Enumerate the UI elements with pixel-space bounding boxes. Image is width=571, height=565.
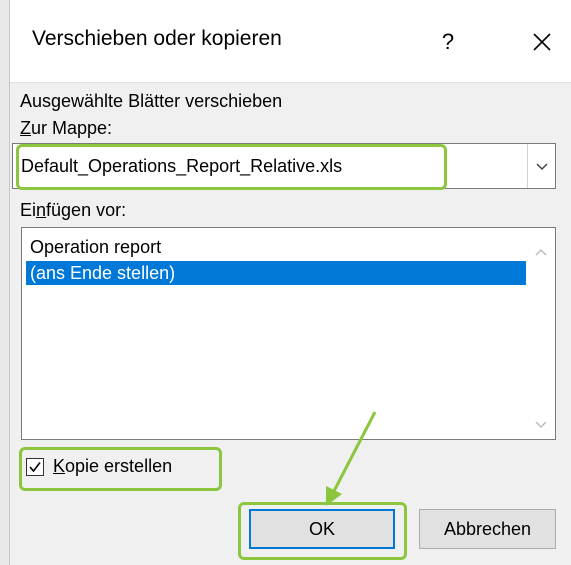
list-scrollbar[interactable]: [527, 228, 555, 439]
copy-checkbox[interactable]: [26, 458, 44, 476]
list-item[interactable]: Operation report: [26, 235, 526, 259]
to-book-label-text: ur Mappe:: [31, 118, 113, 138]
insert-before-accesskey: n: [36, 200, 47, 220]
close-icon: [533, 33, 551, 51]
scroll-down-button[interactable]: [527, 412, 555, 436]
to-book-label: Zur Mappe:: [20, 118, 112, 139]
to-book-accesskey: Z: [20, 118, 31, 138]
cancel-button[interactable]: Abbrechen: [419, 509, 556, 549]
chevron-down-icon: [535, 163, 548, 171]
sheet-listbox[interactable]: Operation report (ans Ende stellen): [21, 227, 556, 440]
copy-checkbox-label[interactable]: Kopie erstellen: [53, 456, 172, 477]
chevron-down-icon: [535, 421, 547, 429]
insert-before-label: Einfügen vor:: [20, 200, 126, 221]
scroll-up-button[interactable]: [527, 240, 555, 264]
dialog-title: Verschieben oder kopieren: [32, 27, 282, 50]
move-heading: Ausgewählte Blätter verschieben: [20, 91, 283, 111]
insert-before-label-pre: Ei: [20, 200, 37, 220]
chevron-up-icon: [535, 248, 547, 256]
insert-before-label-post: fügen vor:: [46, 200, 127, 220]
close-button[interactable]: [520, 22, 564, 62]
to-book-combo-value: Default_Operations_Report_Relative.xls: [21, 156, 343, 176]
dialog-window: Verschieben oder kopieren ? Ausgewählte …: [0, 0, 571, 565]
copy-label-text: opie erstellen: [65, 456, 173, 476]
window-edge: [0, 0, 10, 565]
help-button[interactable]: ?: [428, 22, 468, 62]
copy-accesskey: K: [53, 456, 66, 476]
list-item-selected[interactable]: (ans Ende stellen): [26, 261, 526, 285]
title-bar: Verschieben oder kopieren ?: [10, 0, 571, 82]
to-book-combobox[interactable]: Default_Operations_Report_Relative.xls: [12, 143, 556, 189]
ok-button[interactable]: OK: [249, 509, 395, 549]
checkmark-icon: [29, 462, 41, 473]
combo-dropdown-button[interactable]: [527, 144, 555, 188]
